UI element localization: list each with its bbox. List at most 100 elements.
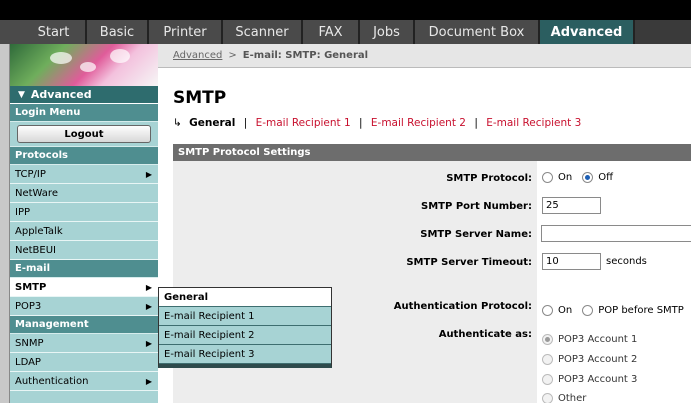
triangle-right-icon: ▶ [145, 301, 152, 311]
logout-button[interactable]: Logout [17, 125, 151, 143]
smtp-protocol-on-radio[interactable] [542, 172, 553, 183]
sidebar-item-label: SNMP [15, 337, 44, 349]
sidebar-section-management: Management [10, 316, 158, 334]
sidebar-item-pop3[interactable]: POP3 ▶ [10, 297, 158, 316]
tab-printer[interactable]: Printer [149, 20, 223, 44]
tab-advanced[interactable]: Advanced [540, 20, 635, 44]
smtp-server-name-label: SMTP Server Name: [420, 229, 532, 240]
sidebar-section-email: E-mail [10, 260, 158, 278]
sidebar-section-protocols: Protocols [10, 147, 158, 165]
smtp-protocol-radio-group: On Off [542, 172, 613, 183]
smtp-port-control [542, 197, 601, 214]
triangle-right-icon: ▶ [145, 169, 152, 179]
sidebar-item-smtp[interactable]: SMTP ▶ [10, 278, 158, 297]
smtp-protocol-on-label: On [558, 172, 573, 183]
sidebar-item-label: TCP/IP [15, 168, 46, 180]
sidebar-item-label: POP3 [15, 300, 42, 312]
pop3-account-1-radio[interactable] [542, 334, 553, 345]
triangle-right-icon: ▶ [145, 376, 152, 386]
sidebar-item-snmp[interactable]: SNMP ▶ [10, 334, 158, 353]
flyout-item-recipient-3[interactable]: E-mail Recipient 3 [159, 345, 331, 364]
sidebar-item-netware[interactable]: NetWare [10, 184, 158, 203]
breadcrumb-separator: > [228, 50, 237, 61]
subnav-divider: | [359, 117, 363, 129]
other-account-radio[interactable] [542, 393, 553, 403]
sidebar-item-label: SMTP [15, 281, 47, 293]
section-header-smtp-protocol-settings: SMTP Protocol Settings [173, 144, 691, 161]
logout-row: Logout [10, 122, 158, 147]
triangle-down-icon: ▼ [18, 89, 25, 100]
sidebar-item-netbeui[interactable]: NetBEUI [10, 241, 158, 260]
subnav-current-general: General [189, 117, 236, 129]
pop3-account-2-radio[interactable] [542, 354, 553, 365]
tab-jobs[interactable]: Jobs [360, 20, 415, 44]
flyout-item-recipient-2[interactable]: E-mail Recipient 2 [159, 326, 331, 345]
subnav-divider: | [474, 117, 478, 129]
auth-protocol-on-label: On [558, 305, 573, 316]
sidebar-header-advanced[interactable]: ▼ Advanced [10, 86, 158, 104]
tab-basic[interactable]: Basic [87, 20, 149, 44]
tab-start[interactable]: Start [0, 20, 87, 44]
subnav-link-recipient-1[interactable]: E-mail Recipient 1 [256, 117, 351, 129]
authenticate-as-label: Authenticate as: [438, 329, 532, 340]
smtp-timeout-label: SMTP Server Timeout: [406, 257, 532, 268]
tab-scanner[interactable]: Scanner [223, 20, 303, 44]
breadcrumb: Advanced > E-mail: SMTP: General [158, 44, 691, 68]
auth-protocol-on-radio[interactable] [542, 305, 553, 316]
pop3-account-3-radio[interactable] [542, 374, 553, 385]
subnav-link-recipient-2[interactable]: E-mail Recipient 2 [371, 117, 466, 129]
subnav: ↳ General | E-mail Recipient 1 | E-mail … [173, 117, 581, 129]
sidebar-flower-image [10, 44, 158, 86]
breadcrumb-link-advanced[interactable]: Advanced [173, 50, 222, 61]
sidebar: ▼ Advanced Login Menu Logout Protocols T… [10, 44, 158, 403]
authenticate-as-option-2: POP3 Account 2 [542, 354, 637, 365]
top-black-bar [0, 0, 691, 20]
sidebar-item-ipp[interactable]: IPP [10, 203, 158, 222]
smtp-server-name-input[interactable] [541, 225, 691, 242]
sidebar-item-tcpip[interactable]: TCP/IP ▶ [10, 165, 158, 184]
sidebar-item-label: Authentication [15, 375, 89, 387]
auth-protocol-pop-before-smtp-radio[interactable] [582, 305, 594, 316]
smtp-server-name-control [541, 225, 691, 242]
pop3-account-2-label: POP3 Account 2 [558, 354, 638, 365]
triangle-right-icon: ▶ [145, 338, 152, 348]
tab-fax[interactable]: FAX [303, 20, 360, 44]
pop3-account-3-label: POP3 Account 3 [558, 374, 638, 385]
smtp-port-label: SMTP Port Number: [421, 201, 532, 212]
tab-document-box[interactable]: Document Box [415, 20, 540, 44]
sidebar-item-appletalk[interactable]: AppleTalk [10, 222, 158, 241]
sidebar-section-login-menu: Login Menu [10, 104, 158, 122]
auth-protocol-label: Authentication Protocol: [393, 301, 532, 312]
breadcrumb-current: E-mail: SMTP: General [242, 50, 369, 61]
tab-bar-filler [635, 20, 691, 44]
triangle-right-icon: ▶ [145, 282, 152, 292]
left-gutter [0, 44, 10, 403]
smtp-port-input[interactable] [542, 197, 601, 214]
return-arrow-icon: ↳ [173, 117, 182, 129]
authenticate-as-option-other: Other [542, 393, 586, 403]
main-tab-bar: Start Basic Printer Scanner FAX Jobs Doc… [0, 20, 691, 44]
authenticate-as-option-3: POP3 Account 3 [542, 374, 637, 385]
sidebar-item-label: NetWare [15, 187, 58, 199]
authenticate-as-option-1: POP3 Account 1 [542, 334, 637, 345]
auth-protocol-pop-before-smtp-label: POP before SMTP [598, 305, 684, 316]
page-title: SMTP [173, 88, 227, 108]
auth-protocol-radio-group: On POP before SMTP [542, 305, 684, 316]
flyout-item-recipient-1[interactable]: E-mail Recipient 1 [159, 307, 331, 326]
smtp-protocol-label: SMTP Protocol: [446, 173, 532, 184]
smtp-protocol-off-radio[interactable] [582, 172, 594, 183]
smtp-timeout-unit: seconds [606, 256, 647, 267]
sidebar-item-label: IPP [15, 206, 31, 218]
other-account-label: Other [558, 393, 587, 403]
sidebar-header-label: Advanced [30, 88, 92, 101]
subnav-link-recipient-3[interactable]: E-mail Recipient 3 [486, 117, 581, 129]
sidebar-item-authentication[interactable]: Authentication ▶ [10, 372, 158, 391]
smtp-timeout-control: seconds [542, 253, 647, 270]
smtp-flyout-menu: General E-mail Recipient 1 E-mail Recipi… [158, 287, 332, 368]
smtp-timeout-input[interactable] [542, 253, 601, 270]
sidebar-item-ldap[interactable]: LDAP [10, 353, 158, 372]
flyout-item-general[interactable]: General [159, 288, 331, 307]
smtp-protocol-off-label: Off [598, 172, 613, 183]
subnav-divider: | [243, 117, 248, 129]
sidebar-item-label: AppleTalk [15, 225, 63, 237]
